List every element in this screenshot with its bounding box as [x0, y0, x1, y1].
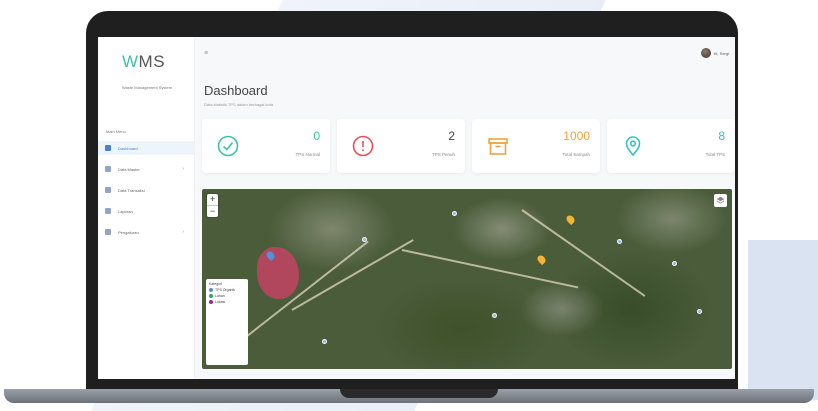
- legend-item: Lahan: [209, 294, 245, 298]
- page-subtitle: Data statistik TPS dalam berbagai kota: [204, 102, 274, 107]
- stat-card-tps-normal[interactable]: 0 TPS Normal: [202, 119, 330, 173]
- stat-card-total-sampah[interactable]: 1000 Total Sampah: [472, 119, 600, 173]
- place-marker[interactable]: [492, 313, 497, 318]
- zoom-in-button[interactable]: +: [207, 194, 218, 206]
- sidebar-item-data-master[interactable]: Data Master ›: [98, 162, 194, 176]
- legend-swatch: [209, 300, 213, 304]
- check-circle-icon: [217, 135, 239, 157]
- app-subtitle: Waste Management System: [121, 85, 173, 90]
- sidebar-item-data-transaksi[interactable]: Data Transaksi: [98, 183, 194, 197]
- menu-toggle-icon[interactable]: ≡: [204, 50, 208, 57]
- stat-label: Total Sampah: [562, 152, 590, 157]
- sidebar-section-title: Main Menu: [106, 129, 126, 134]
- sidebar-item-laporan[interactable]: Laporan: [98, 204, 194, 218]
- place-marker[interactable]: [672, 261, 677, 266]
- stat-value: 8: [718, 129, 725, 143]
- legend-title: Kategori: [209, 282, 223, 286]
- home-icon: [105, 145, 111, 151]
- archive-icon: [488, 138, 508, 155]
- sidebar-item-label: Pengaturan: [118, 229, 139, 235]
- sidebar-item-label: Data Transaksi: [118, 187, 145, 193]
- place-marker[interactable]: [362, 237, 367, 242]
- user-menu[interactable]: Hi, Sergi: [700, 48, 729, 58]
- stat-value: 0: [313, 129, 320, 143]
- legend-item: TPS Organik: [209, 288, 245, 292]
- layers-button[interactable]: [714, 194, 727, 207]
- chevron-right-icon: ›: [182, 166, 184, 172]
- legend-item: Lokasi: [209, 300, 245, 304]
- location-pin-icon: [625, 136, 641, 157]
- database-icon: [105, 166, 111, 172]
- settings-icon: [105, 229, 111, 235]
- place-marker[interactable]: [322, 339, 327, 344]
- alert-circle-icon: [352, 135, 374, 157]
- chevron-right-icon: ›: [182, 229, 184, 235]
- map-legend: Kategori TPS Organik Lahan Lokasi: [206, 279, 248, 365]
- stat-value: 1000: [563, 129, 590, 143]
- stat-card-tps-penuh[interactable]: 2 TPS Penuh: [337, 119, 465, 173]
- layers-icon: [716, 196, 725, 204]
- transaction-icon: [105, 187, 111, 193]
- stat-label: TPS Penuh: [431, 152, 455, 157]
- background-accent: [748, 240, 818, 400]
- user-name: Hi, Sergi: [713, 50, 729, 56]
- zoom-control: + −: [207, 194, 218, 217]
- app-logo[interactable]: WMS: [122, 52, 165, 72]
- sidebar-item-label: Laporan: [118, 208, 133, 214]
- stat-value: 2: [448, 129, 455, 143]
- legend-label: Lahan: [215, 294, 225, 298]
- sidebar-item-label: Dashboard: [118, 145, 138, 151]
- sidebar-item-label: Data Master: [118, 166, 140, 172]
- legend-swatch: [209, 288, 213, 292]
- report-icon: [105, 208, 111, 214]
- place-marker[interactable]: [617, 239, 622, 244]
- place-marker[interactable]: [452, 211, 457, 216]
- page-title: Dashboard: [204, 83, 268, 98]
- stat-card-total-tps[interactable]: 8 Total TPS: [607, 119, 735, 173]
- laptop-notch: [340, 389, 498, 398]
- legend-swatch: [209, 294, 213, 298]
- sidebar-item-pengaturan[interactable]: Pengaturan ›: [98, 225, 194, 239]
- legend-label: Lokasi: [215, 300, 226, 304]
- sidebar: WMS Waste Management System Main Menu Da…: [98, 37, 195, 379]
- stat-label: Total TPS: [705, 152, 725, 157]
- map-view[interactable]: + − Kategori TPS Organik Lahan Lokasi: [202, 189, 732, 369]
- zoom-out-button[interactable]: −: [207, 206, 218, 217]
- laptop-screen: WMS Waste Management System Main Menu Da…: [98, 37, 735, 379]
- avatar: [700, 48, 711, 58]
- stat-label: TPS Normal: [295, 152, 320, 157]
- main-content: ≡ Hi, Sergi Dashboard Data statistik TPS…: [195, 37, 735, 379]
- place-marker[interactable]: [697, 309, 702, 314]
- sidebar-item-dashboard[interactable]: Dashboard: [98, 141, 194, 155]
- legend-label: TPS Organik: [215, 288, 236, 292]
